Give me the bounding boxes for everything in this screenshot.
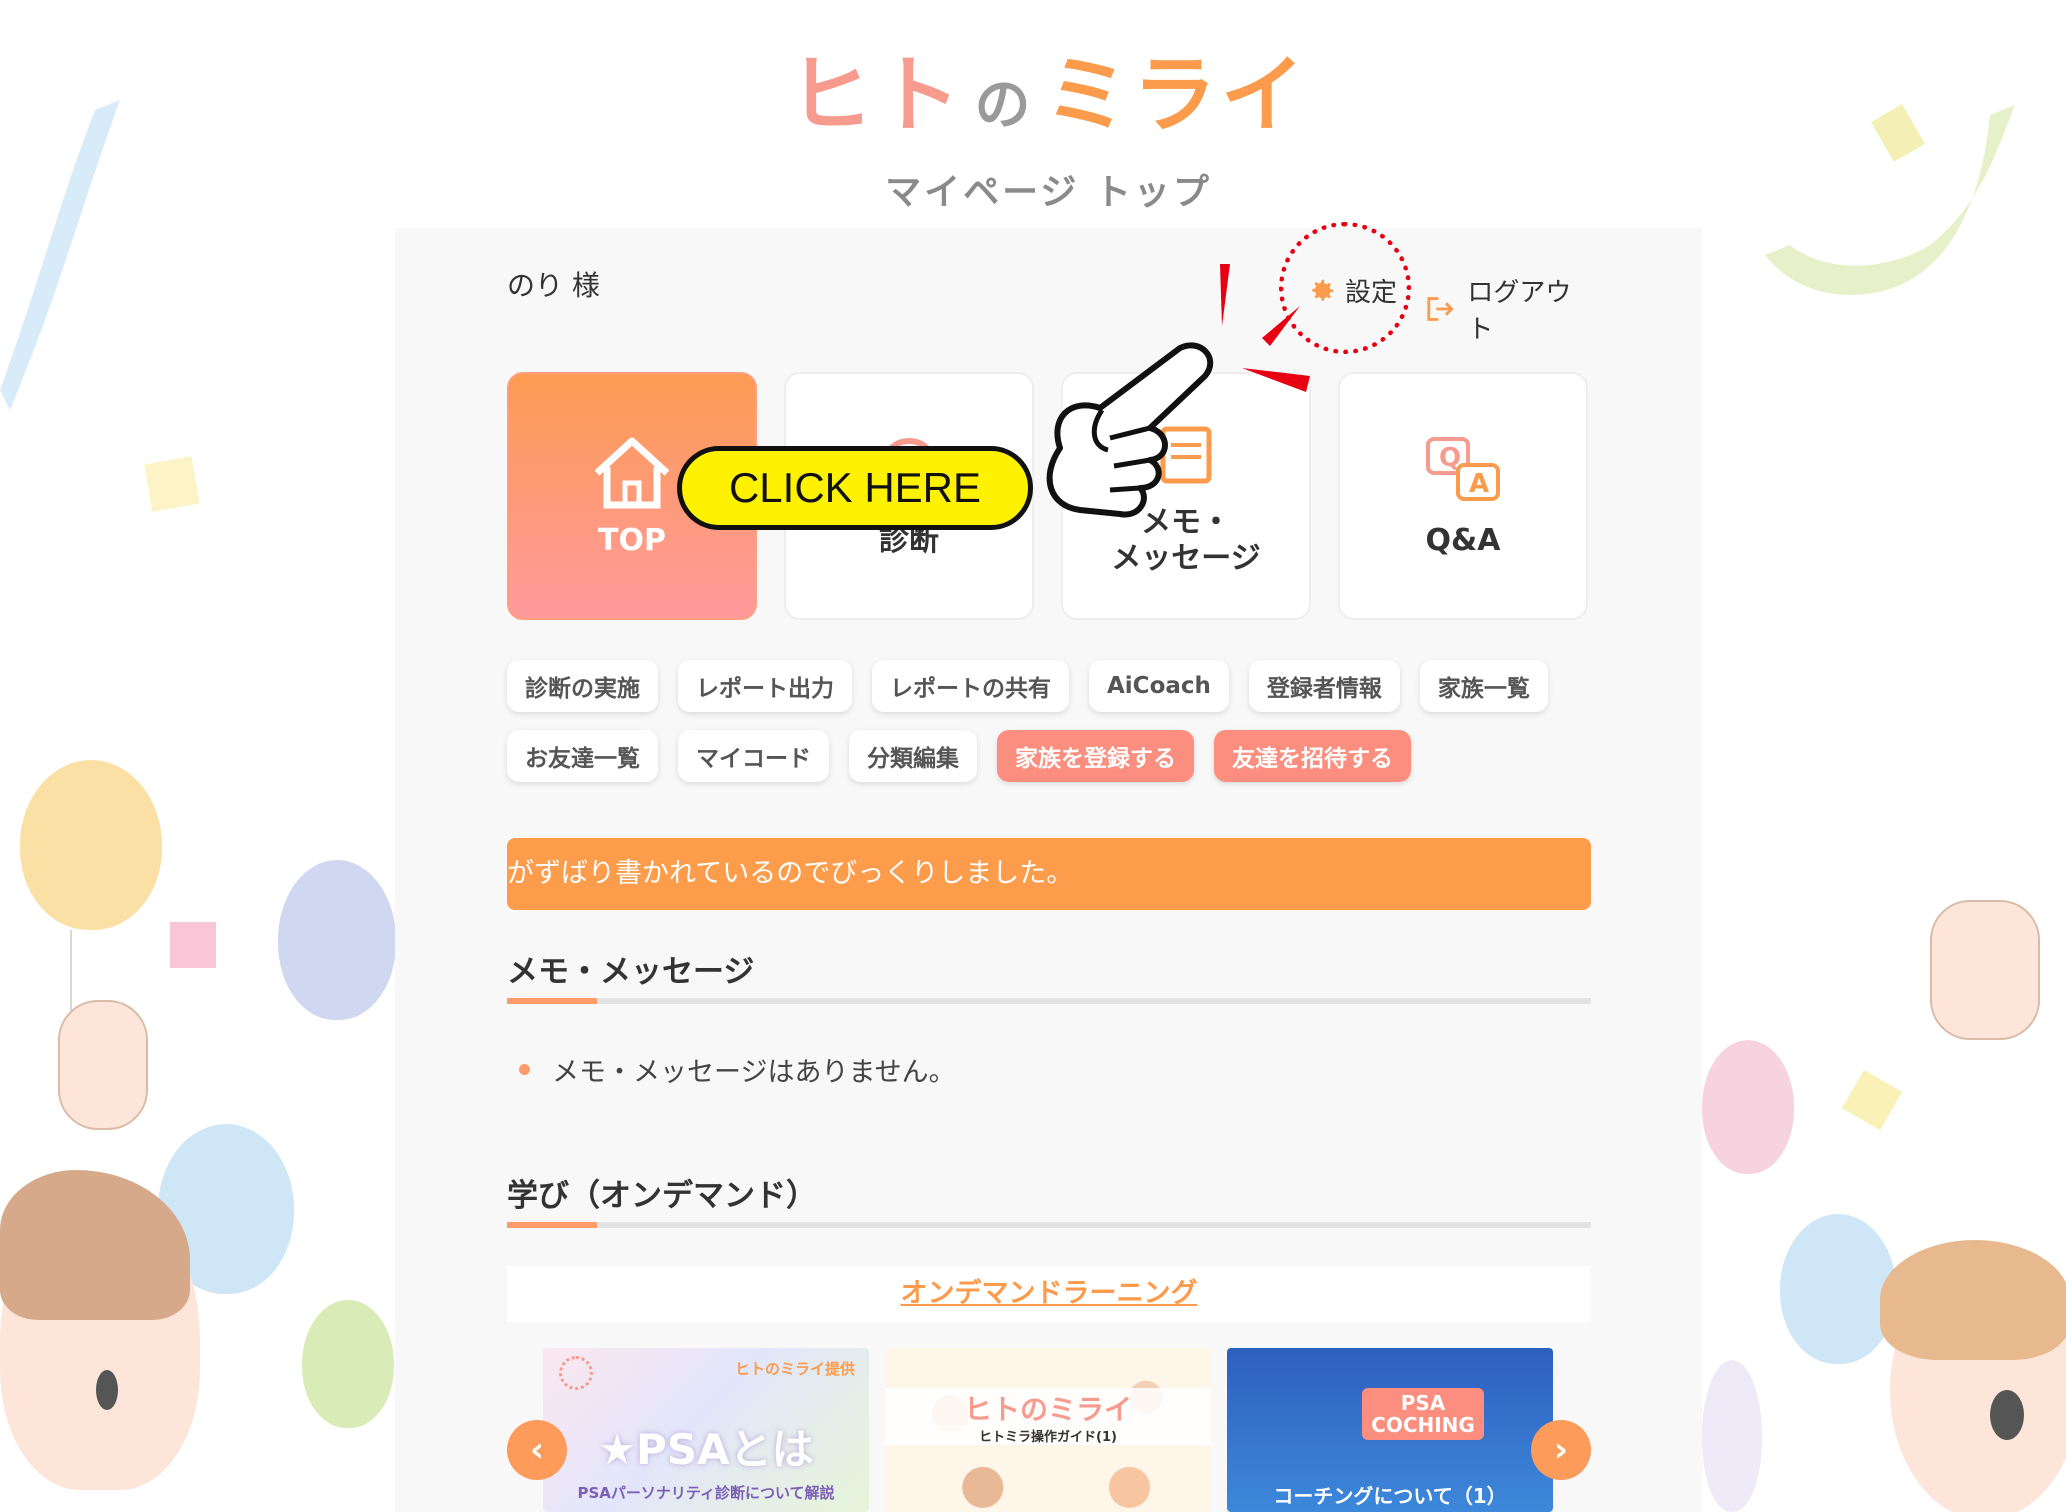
memo-section-title: メモ・メッセージ: [507, 954, 755, 990]
balloon: [1702, 1360, 1762, 1512]
logo-hito: ヒト: [788, 46, 965, 144]
click-here-text: CLICK HERE: [728, 464, 982, 511]
logo-mirai: ミライ: [1044, 46, 1309, 144]
balloon: [1702, 1040, 1794, 1174]
card-badge: ヒトのミライ提供: [734, 1360, 855, 1378]
chip-family-list[interactable]: 家族一覧: [1419, 660, 1548, 712]
logout-link[interactable]: ログアウト: [1425, 272, 1591, 346]
card-title: ヒトのミライ: [885, 1388, 1211, 1428]
card-subtitle: コーチングについて（1）: [1273, 1484, 1507, 1508]
logout-icon: [1427, 297, 1454, 321]
section-divider: [507, 998, 1591, 1004]
learning-carousel: ヒトのミライ提供 ★PSAとは PSAパーソナリティ診断について解説 ヒトのミラ…: [507, 1348, 1591, 1512]
learning-card[interactable]: PSA COCHING コーチングについて（1）: [1227, 1348, 1553, 1512]
ticker-text: がずばり書かれているのでびっくりしました。: [507, 858, 1074, 889]
star-logo-icon: [559, 1356, 593, 1390]
on-demand-link-box: オンデマンドラーニング: [507, 1266, 1591, 1322]
learning-section-header: 学び（オンデマンド）: [507, 1170, 1591, 1228]
ribbon-decoration-right: [1765, 104, 2015, 295]
nav-tile-label: TOP: [598, 523, 666, 558]
person-illustration-right: [1880, 1240, 2066, 1512]
chip-friend-list[interactable]: お友達一覧: [507, 730, 658, 782]
site-header: ヒトのミライ マイページ トップ: [395, 0, 1702, 228]
main-column: ヒトのミライ マイページ トップ のり 様 設定 ログアウト TOP 診断 メモ…: [395, 0, 1702, 1512]
hand-illustration-right: [1930, 900, 2040, 1040]
learning-card[interactable]: ヒトのミライ提供 ★PSAとは PSAパーソナリティ診断について解説: [543, 1348, 869, 1512]
qa-icon: Q A: [1426, 437, 1500, 501]
hand-illustration-left: [58, 1000, 148, 1130]
confetti: [170, 922, 216, 968]
chevron-left-icon: ‹: [529, 1430, 544, 1470]
confetti: [1841, 1069, 1903, 1131]
chip-aicoach[interactable]: AiCoach: [1089, 660, 1229, 712]
card-title: PSA COCHING: [1362, 1388, 1484, 1440]
user-name: のり 様: [507, 269, 600, 302]
logo-no: の: [974, 73, 1035, 138]
balloon: [302, 1300, 394, 1428]
chip-registrant-info[interactable]: 登録者情報: [1248, 660, 1400, 712]
logout-label: ログアウト: [1467, 278, 1572, 345]
pointing-hand-icon: [1046, 342, 1214, 518]
chip-category-edit[interactable]: 分類編集: [849, 730, 977, 782]
chip-my-code[interactable]: マイコード: [678, 730, 829, 782]
confetti: [144, 456, 200, 512]
chip-report-output[interactable]: レポート出力: [678, 660, 852, 712]
card-title: ★PSAとは: [598, 1425, 814, 1474]
on-demand-learning-link[interactable]: オンデマンドラーニング: [901, 1278, 1198, 1309]
chip-run-diagnosis[interactable]: 診断の実施: [507, 660, 658, 712]
learning-section-title: 学び（オンデマンド）: [507, 1178, 817, 1214]
chevron-right-icon: ›: [1553, 1430, 1568, 1470]
carousel-prev-button[interactable]: ‹: [507, 1420, 567, 1480]
user-row: のり 様 設定 ログアウト: [507, 262, 1591, 345]
nav-tile-label: Q&A: [1425, 523, 1501, 558]
learning-card[interactable]: ヒトのミライ ヒトミラ操作ガイド(1): [885, 1348, 1211, 1512]
chip-register-family[interactable]: 家族を登録する: [997, 730, 1194, 782]
card-subtitle: ヒトミラ操作ガイド(1): [885, 1426, 1211, 1445]
card-subtitle: PSAパーソナリティ診断について解説: [577, 1484, 835, 1502]
memo-section-header: メモ・メッセージ: [507, 946, 1591, 1004]
page-title: マイページ トップ: [885, 172, 1212, 213]
balloon: [1780, 1214, 1896, 1364]
home-icon: [594, 437, 670, 509]
bullet-icon: [519, 1064, 530, 1075]
section-divider: [507, 1222, 1591, 1228]
balloon: [20, 760, 162, 930]
balloon: [278, 860, 396, 1020]
click-here-callout: CLICK HERE: [677, 446, 1033, 530]
memo-empty-text: メモ・メッセージはありません。: [552, 1057, 956, 1088]
news-ticker-banner[interactable]: がずばり書かれているのでびっくりしました。: [507, 838, 1591, 910]
carousel-next-button[interactable]: ›: [1531, 1420, 1591, 1480]
quick-links: 診断の実施 レポート出力 レポートの共有 AiCoach 登録者情報 家族一覧 …: [507, 660, 1591, 782]
chip-invite-friend[interactable]: 友達を招待する: [1214, 730, 1411, 782]
person-illustration-left: [0, 1170, 230, 1512]
site-logo[interactable]: ヒトのミライ: [395, 28, 1702, 149]
chip-report-share[interactable]: レポートの共有: [872, 660, 1069, 712]
svg-text:A: A: [1469, 469, 1489, 499]
memo-empty-item: メモ・メッセージはありません。: [507, 1050, 1591, 1089]
ribbon-decoration: [0, 100, 120, 410]
nav-tile-qa[interactable]: Q A Q&A: [1338, 372, 1588, 620]
